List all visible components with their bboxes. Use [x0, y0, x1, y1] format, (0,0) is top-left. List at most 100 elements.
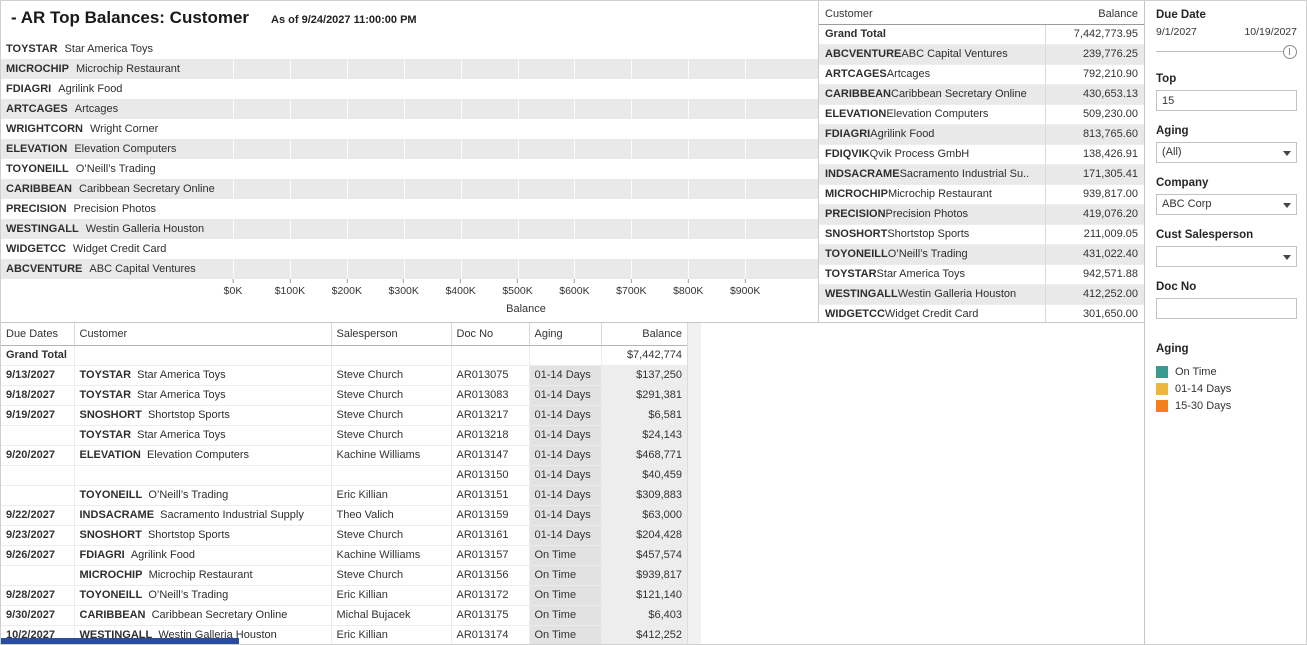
detail-table-row[interactable]: 9/19/2027SNOSHORT Shortstop SportsSteve …: [1, 405, 687, 425]
doc-no-filter-input[interactable]: [1156, 298, 1297, 319]
customer-table-row[interactable]: INDSACRAMESacramento Industrial Su..171,…: [819, 164, 1144, 184]
customer-table-header-row: Customer Balance: [819, 4, 1144, 24]
chart-body: TOYSTARStar America ToysMICROCHIPMicroch…: [1, 39, 818, 279]
balance-cell: $121,140: [601, 585, 687, 605]
customer-cell: [74, 465, 331, 485]
customer-code: TOYONEILL: [825, 248, 888, 260]
chart-row-label[interactable]: WESTINGALLWestin Galleria Houston: [1, 219, 233, 239]
customer-code: ABCVENTURE: [825, 48, 901, 60]
detail-table-row[interactable]: AR01315001-14 Days$40,459: [1, 465, 687, 485]
legend-item-on-time[interactable]: On Time: [1156, 363, 1297, 380]
customer-cell: FDIAGRIAgrilink Food: [819, 124, 1045, 144]
chart-row-label[interactable]: ELEVATIONElevation Computers: [1, 139, 233, 159]
company-filter-dropdown[interactable]: ABC Corp: [1156, 194, 1297, 215]
customer-table-row[interactable]: TOYSTARStar America Toys942,571.88: [819, 264, 1144, 284]
detail-table-row[interactable]: MICROCHIP Microchip RestaurantSteve Chur…: [1, 565, 687, 585]
vertical-scrollbar[interactable]: [687, 323, 701, 645]
detail-table-row[interactable]: 9/30/2027CARIBBEAN Caribbean Secretary O…: [1, 605, 687, 625]
detail-table-row[interactable]: 9/23/2027SNOSHORT Shortstop SportsSteve …: [1, 525, 687, 545]
salesperson-cell: Eric Killian: [331, 485, 451, 505]
slider-handle[interactable]: [1283, 45, 1297, 59]
customer-name: Westin Galleria Houston: [898, 288, 1016, 300]
customer-cell: MICROCHIP Microchip Restaurant: [74, 565, 331, 585]
customer-table-row[interactable]: ARTCAGESArtcages792,210.90: [819, 64, 1144, 84]
tick-label: $100K: [275, 285, 305, 297]
customer-code: CARIBBEAN: [6, 183, 72, 195]
customer-table-row[interactable]: CARIBBEANCaribbean Secretary Online430,6…: [819, 84, 1144, 104]
customer-table-row[interactable]: MICROCHIPMicrochip Restaurant939,817.00: [819, 184, 1144, 204]
legend-item-01-14-days[interactable]: 01-14 Days: [1156, 380, 1297, 397]
due-date-cell: [1, 465, 74, 485]
customer-code: CARIBBEAN: [80, 609, 146, 621]
x-axis-tick: $500K: [502, 279, 532, 297]
customer-balance-table: Customer Balance Grand Total 7,442,773.9…: [819, 4, 1144, 322]
customer-table-row[interactable]: PRECISIONPrecision Photos419,076.20: [819, 204, 1144, 224]
slider-track[interactable]: [1156, 51, 1297, 52]
due-date-slider[interactable]: [1156, 44, 1297, 59]
chart-row-label[interactable]: ABCVENTUREABC Capital Ventures: [1, 259, 233, 279]
customer-cell: TOYONEILLO’Neill’s Trading: [819, 244, 1045, 264]
customer-table-row[interactable]: ELEVATIONElevation Computers509,230.00: [819, 104, 1144, 124]
balance-column-header: Balance: [1045, 4, 1144, 24]
salesperson-cell: Kachine Williams: [331, 445, 451, 465]
customer-table-row[interactable]: WESTINGALLWestin Galleria Houston412,252…: [819, 284, 1144, 304]
detail-table-row[interactable]: 9/22/2027INDSACRAME Sacramento Industria…: [1, 505, 687, 525]
chart-row-label[interactable]: TOYSTARStar America Toys: [1, 39, 233, 59]
customer-table-row[interactable]: WIDGETCCWidget Credit Card301,650.00: [819, 304, 1144, 322]
balance-cell: 942,571.88: [1045, 264, 1144, 284]
tick-mark: [517, 279, 518, 283]
customer-cell: INDSACRAME Sacramento Industrial Supply: [74, 505, 331, 525]
as-of-timestamp: As of 9/24/2027 11:00:00 PM: [271, 14, 417, 26]
detail-table-row[interactable]: 9/26/2027FDIAGRI Agrilink FoodKachine Wi…: [1, 545, 687, 565]
customer-table-row[interactable]: FDIQVIKQvik Process GmbH138,426.91: [819, 144, 1144, 164]
customer-code: TOYSTAR: [80, 429, 132, 441]
customer-cell: ABCVENTUREABC Capital Ventures: [819, 44, 1045, 64]
customer-balance-panel: Customer Balance Grand Total 7,442,773.9…: [819, 1, 1144, 322]
customer-table-row[interactable]: FDIAGRIAgrilink Food813,765.60: [819, 124, 1144, 144]
horizontal-scrollbar-thumb[interactable]: [1, 638, 239, 645]
detail-grand-total-row[interactable]: Grand Total $7,442,774: [1, 345, 687, 365]
chart-row-label[interactable]: PRECISIONPrecision Photos: [1, 199, 233, 219]
doc-no-cell: AR013075: [451, 365, 529, 385]
chart-row-label[interactable]: FDIAGRIAgrilink Food: [1, 79, 233, 99]
customer-table-body: Grand Total 7,442,773.95 ABCVENTUREABC C…: [819, 24, 1144, 322]
customer-name: Agrilink Food: [58, 83, 122, 95]
filter-panel: Due Date 9/1/2027 10/19/2027 Top Aging (…: [1144, 1, 1307, 645]
detail-table-row[interactable]: 9/28/2027TOYONEILL O’Neill’s TradingEric…: [1, 585, 687, 605]
bar-track: [233, 239, 818, 259]
customer-name: Microchip Restaurant: [142, 569, 252, 581]
cust-salesperson-dropdown[interactable]: [1156, 246, 1297, 267]
salesperson-cell: Steve Church: [331, 565, 451, 585]
customer-name: Westin Galleria Houston: [86, 223, 204, 235]
customer-cell: SNOSHORTShortstop Sports: [819, 224, 1045, 244]
customer-code: TOYONEILL: [80, 489, 143, 501]
chart-row-label[interactable]: WRIGHTCORNWright Corner: [1, 119, 233, 139]
chart-row-label[interactable]: ARTCAGESArtcages: [1, 99, 233, 119]
salesperson-cell: Theo Valich: [331, 505, 451, 525]
detail-table-row[interactable]: 9/13/2027TOYSTAR Star America ToysSteve …: [1, 365, 687, 385]
customer-grand-total-row[interactable]: Grand Total 7,442,773.95: [819, 24, 1144, 44]
bar-track: [233, 119, 818, 139]
balance-cell: 939,817.00: [1045, 184, 1144, 204]
customer-table-row[interactable]: TOYONEILLO’Neill’s Trading431,022.40: [819, 244, 1144, 264]
top-filter-input[interactable]: [1156, 90, 1297, 111]
detail-table-row[interactable]: TOYONEILL O’Neill’s TradingEric KillianA…: [1, 485, 687, 505]
detail-table-row[interactable]: TOYSTAR Star America ToysSteve ChurchAR0…: [1, 425, 687, 445]
customer-table-row[interactable]: ABCVENTUREABC Capital Ventures239,776.25: [819, 44, 1144, 64]
doc-no-cell: AR013172: [451, 585, 529, 605]
chart-row-label[interactable]: WIDGETCCWidget Credit Card: [1, 239, 233, 259]
aging-cell: 01-14 Days: [529, 525, 601, 545]
detail-table-row[interactable]: 9/20/2027ELEVATION Elevation ComputersKa…: [1, 445, 687, 465]
tick-label: $0K: [224, 285, 243, 297]
balance-cell: $6,581: [601, 405, 687, 425]
customer-table-row[interactable]: SNOSHORTShortstop Sports211,009.05: [819, 224, 1144, 244]
legend-item-15-30-days[interactable]: 15-30 Days: [1156, 397, 1297, 414]
detail-table-row[interactable]: 9/18/2027TOYSTAR Star America ToysSteve …: [1, 385, 687, 405]
aging-filter-dropdown[interactable]: (All): [1156, 142, 1297, 163]
chart-row-label[interactable]: TOYONEILLO’Neill’s Trading: [1, 159, 233, 179]
x-axis-title: Balance: [233, 303, 819, 315]
customer-name: Sacramento Industrial Supply: [154, 509, 304, 521]
chart-row-label[interactable]: MICROCHIPMicrochip Restaurant: [1, 59, 233, 79]
balance-cell: 792,210.90: [1045, 64, 1144, 84]
chart-row-label[interactable]: CARIBBEANCaribbean Secretary Online: [1, 179, 233, 199]
